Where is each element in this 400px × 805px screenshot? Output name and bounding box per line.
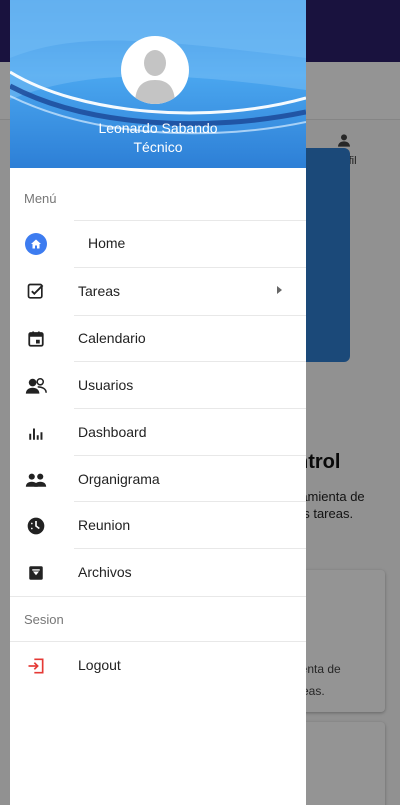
divider: [10, 596, 306, 597]
menu-item-label: Calendario: [78, 330, 146, 346]
home-icon: [24, 232, 48, 256]
menu-item-label: Dashboard: [78, 424, 147, 440]
logout-icon: [24, 654, 48, 678]
menu-item-home[interactable]: Home: [10, 221, 306, 267]
user-name: Leonardo Sabando: [98, 120, 218, 136]
bar-chart-icon: [24, 421, 48, 445]
group-icon: [24, 468, 48, 492]
divider: [74, 408, 306, 409]
menu-section-label: Menú: [24, 191, 57, 206]
chevron-right-icon: [277, 286, 282, 294]
divider: [74, 501, 306, 502]
menu-item-archivos[interactable]: Archivos: [10, 550, 306, 596]
users-icon: [24, 374, 48, 398]
menu-item-usuarios[interactable]: Usuarios: [10, 363, 306, 409]
menu-item-logout[interactable]: Logout: [10, 643, 306, 689]
divider: [10, 641, 306, 642]
navigation-drawer: Leonardo Sabando Técnico Menú Home Tarea…: [10, 0, 306, 805]
menu-item-label: Home: [88, 235, 126, 251]
user-silhouette-icon: [135, 50, 175, 104]
menu-item-label: Archivos: [78, 564, 132, 580]
archive-icon: [24, 561, 48, 585]
divider: [74, 361, 306, 362]
checkbox-icon: [24, 280, 48, 304]
menu-item-label: Usuarios: [78, 377, 134, 393]
menu-item-label: Organigrama: [78, 471, 160, 487]
menu-item-calendario[interactable]: Calendario: [10, 316, 306, 362]
divider: [74, 548, 306, 549]
divider: [74, 455, 306, 456]
menu-item-dashboard[interactable]: Dashboard: [10, 410, 306, 456]
clock-icon: [24, 514, 48, 538]
menu-item-tareas[interactable]: Tareas: [10, 269, 306, 315]
menu-item-label: Reunion: [78, 517, 131, 533]
divider: [74, 267, 306, 268]
user-role: Técnico: [133, 139, 183, 155]
session-section-label: Sesion: [24, 612, 64, 627]
avatar[interactable]: [121, 36, 189, 104]
menu-item-label: Logout: [78, 657, 121, 673]
drawer-header: Leonardo Sabando Técnico: [10, 0, 306, 168]
menu-item-reunion[interactable]: Reunion: [10, 503, 306, 549]
calendar-icon: [24, 327, 48, 351]
menu-item-label: Tareas: [78, 283, 121, 299]
menu-item-organigrama[interactable]: Organigrama: [10, 457, 306, 503]
